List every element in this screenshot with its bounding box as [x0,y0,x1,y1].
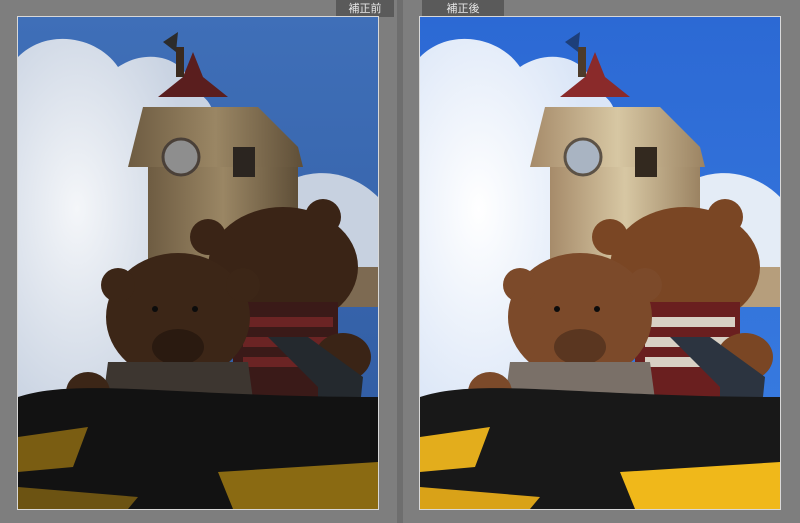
before-photo [18,17,378,509]
after-label: 補正後 [422,0,504,17]
before-label: 補正前 [336,0,394,17]
after-pane: 補正後 [403,0,800,523]
before-photo-frame[interactable] [17,16,379,510]
comparison-viewer: 補正前 補正後 [0,0,800,523]
after-photo-frame[interactable] [419,16,781,510]
before-pane: 補正前 [0,0,397,523]
after-photo [420,17,780,509]
